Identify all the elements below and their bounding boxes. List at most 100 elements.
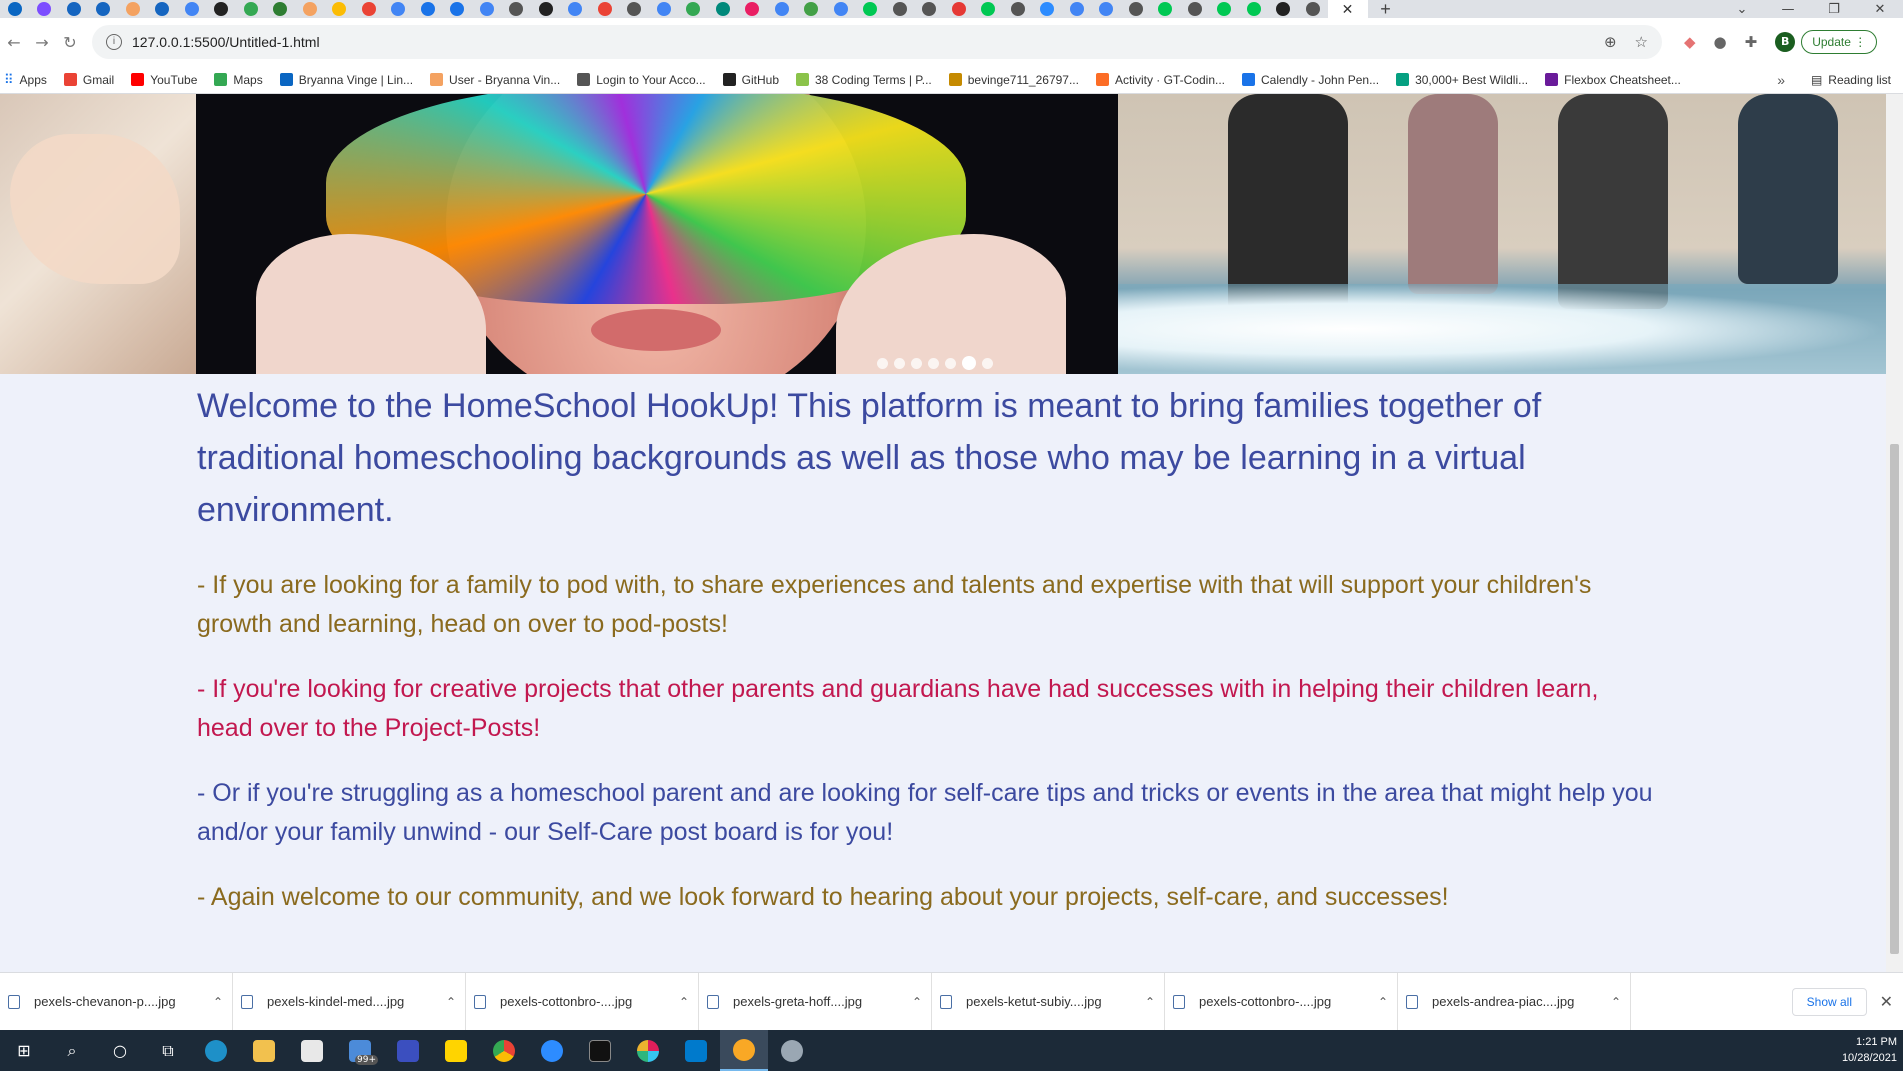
image-carousel[interactable]	[0, 94, 1886, 374]
tab-24[interactable]	[708, 0, 738, 18]
bookmark-star-icon[interactable]: ☆	[1635, 33, 1648, 51]
download-item[interactable]: pexels-ketut-subiy....jpg ⌃	[932, 972, 1165, 1031]
download-item[interactable]: pexels-andrea-piac....jpg ⌃	[1398, 972, 1631, 1031]
bookmark-item[interactable]: YouTube	[131, 73, 197, 87]
tab-28[interactable]	[826, 0, 856, 18]
apps-shortcut[interactable]: ⠿ Apps	[4, 72, 47, 88]
chevron-up-icon[interactable]: ⌃	[1136, 995, 1164, 1009]
bookmark-item[interactable]: User - Bryanna Vin...	[430, 73, 560, 87]
carousel-dot[interactable]	[962, 356, 976, 370]
bookmark-item[interactable]: Gmail	[63, 73, 114, 87]
bookmark-item[interactable]: 30,000+ Best Wildli...	[1396, 73, 1528, 87]
tab-3[interactable]	[89, 0, 119, 18]
tab-43[interactable]	[1269, 0, 1299, 18]
tab-10[interactable]	[295, 0, 325, 18]
more-bookmarks-icon[interactable]: »	[1777, 72, 1785, 88]
carousel-dot[interactable]	[945, 357, 956, 369]
bookmark-item[interactable]: GitHub	[722, 73, 779, 87]
tab-5[interactable]	[148, 0, 178, 18]
cortana-icon[interactable]: ○	[96, 1030, 144, 1071]
address-bar[interactable]: i 127.0.0.1:5500/Untitled-1.html ⊕ ☆	[92, 25, 1662, 59]
forward-button[interactable]: →	[28, 33, 56, 52]
tab-18[interactable]	[531, 0, 561, 18]
close-window-button[interactable]: ✕	[1857, 2, 1903, 17]
tab-38[interactable]	[1121, 0, 1151, 18]
tab-2[interactable]	[59, 0, 89, 18]
download-item[interactable]: pexels-cottonbro-....jpg ⌃	[1165, 972, 1398, 1031]
tab-8[interactable]	[236, 0, 266, 18]
chrome-canary-icon[interactable]	[720, 1030, 768, 1071]
download-item[interactable]: pexels-greta-hoff....jpg ⌃	[699, 972, 932, 1031]
zoom-app-icon[interactable]	[528, 1030, 576, 1071]
terminal-icon[interactable]	[576, 1030, 624, 1071]
app-icon-blue[interactable]	[384, 1030, 432, 1071]
tab-6[interactable]	[177, 0, 207, 18]
chevron-up-icon[interactable]: ⌃	[1369, 995, 1397, 1009]
tab-25[interactable]	[738, 0, 768, 18]
bookmark-item[interactable]: 38 Coding Terms | P...	[796, 73, 932, 87]
zoom-icon[interactable]: ⊕	[1604, 33, 1617, 51]
restore-button[interactable]: ❐	[1811, 2, 1857, 17]
minimize-button[interactable]: —	[1765, 2, 1811, 17]
tab-22[interactable]	[649, 0, 679, 18]
url-text[interactable]: 127.0.0.1:5500/Untitled-1.html	[132, 34, 320, 50]
reading-list-button[interactable]: ▤ Reading list	[1811, 73, 1891, 87]
start-button[interactable]: ⊞	[0, 1030, 48, 1071]
extensions-puzzle-icon[interactable]: ✚	[1745, 33, 1758, 51]
back-button[interactable]: ←	[0, 33, 28, 52]
site-info-icon[interactable]: i	[106, 34, 122, 50]
search-icon[interactable]: ⌕	[48, 1030, 96, 1071]
paint-icon[interactable]	[768, 1030, 816, 1071]
sticky-notes-icon[interactable]	[432, 1030, 480, 1071]
vscode-icon[interactable]	[672, 1030, 720, 1071]
tab-29[interactable]	[856, 0, 886, 18]
bookmark-item[interactable]: Calendly - John Pen...	[1242, 73, 1379, 87]
download-item[interactable]: pexels-chevanon-p....jpg ⌃	[0, 972, 233, 1031]
tab-13[interactable]	[384, 0, 414, 18]
task-view-icon[interactable]: ⧉	[144, 1030, 192, 1071]
tab-21[interactable]	[620, 0, 650, 18]
profile-avatar[interactable]: B	[1775, 32, 1796, 52]
tab-30[interactable]	[885, 0, 915, 18]
carousel-dot[interactable]	[928, 357, 939, 369]
tab-33[interactable]	[974, 0, 1004, 18]
tab-23[interactable]	[679, 0, 709, 18]
tab-7[interactable]	[207, 0, 237, 18]
tab-36[interactable]	[1062, 0, 1092, 18]
system-clock[interactable]: 1:21 PM 10/28/2021	[1842, 1034, 1897, 1066]
chevron-up-icon[interactable]: ⌃	[1602, 995, 1630, 1009]
chevron-up-icon[interactable]: ⌃	[903, 995, 931, 1009]
tab-14[interactable]	[413, 0, 443, 18]
tab-4[interactable]	[118, 0, 148, 18]
bookmark-item[interactable]: bevinge711_26797...	[948, 73, 1079, 87]
active-tab[interactable]: ✕	[1327, 0, 1368, 18]
page-scrollbar[interactable]	[1886, 94, 1903, 972]
tab-search-icon[interactable]: ⌄	[1719, 2, 1765, 17]
carousel-dot[interactable]	[982, 357, 993, 369]
show-all-downloads-button[interactable]: Show all	[1791, 987, 1867, 1016]
bookmark-item[interactable]: Maps	[214, 73, 263, 87]
tab-26[interactable]	[767, 0, 797, 18]
tab-42[interactable]	[1239, 0, 1269, 18]
tab-39[interactable]	[1151, 0, 1181, 18]
tab-19[interactable]	[561, 0, 591, 18]
tab-16[interactable]	[472, 0, 502, 18]
tab-41[interactable]	[1210, 0, 1240, 18]
carousel-dot[interactable]	[911, 357, 922, 369]
new-tab-button[interactable]: +	[1368, 0, 1404, 18]
tab-27[interactable]	[797, 0, 827, 18]
bookmark-item[interactable]: Activity · GT-Codin...	[1095, 73, 1225, 87]
chevron-up-icon[interactable]: ⌃	[437, 995, 465, 1009]
tab-12[interactable]	[354, 0, 384, 18]
tab-37[interactable]	[1092, 0, 1122, 18]
extension-icon[interactable]: ◆	[1684, 33, 1696, 51]
download-item[interactable]: pexels-kindel-med....jpg ⌃	[233, 972, 466, 1031]
update-button[interactable]: Update ⋮	[1801, 30, 1878, 54]
close-tab-icon[interactable]: ✕	[1342, 1, 1354, 18]
scroll-thumb[interactable]	[1890, 444, 1899, 954]
tab-35[interactable]	[1033, 0, 1063, 18]
tab-1[interactable]	[30, 0, 60, 18]
tab-9[interactable]	[266, 0, 296, 18]
store-icon[interactable]	[288, 1030, 336, 1071]
bookmark-item[interactable]: Flexbox Cheatsheet...	[1545, 73, 1681, 87]
